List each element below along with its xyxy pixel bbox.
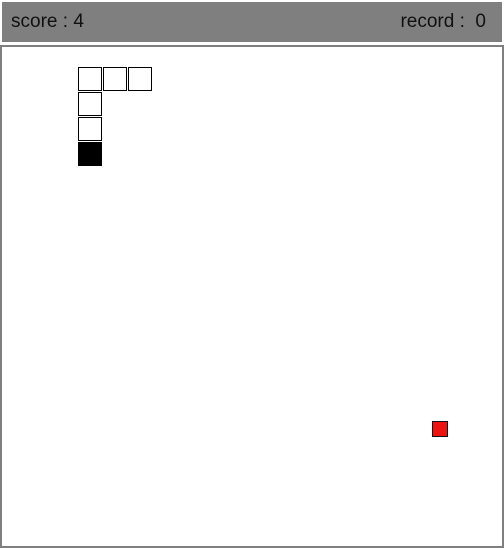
snake-body-segment — [128, 67, 152, 91]
record-label: record : — [400, 11, 465, 32]
snake-body-segment — [78, 92, 102, 116]
score-bar: score : 4 record : 0 — [2, 2, 502, 42]
score-display: score : 4 — [11, 2, 84, 42]
score-label: score : — [11, 11, 69, 32]
snake-body-segment — [78, 117, 102, 141]
snake-game: score : 4 record : 0 — [0, 0, 504, 548]
record-display: record : 0 — [400, 2, 486, 42]
snake-body-segment — [103, 67, 127, 91]
food-item — [432, 421, 448, 437]
snake-head — [78, 142, 102, 166]
game-board[interactable] — [0, 45, 504, 548]
record-value: 0 — [475, 11, 486, 32]
score-value: 4 — [73, 11, 84, 32]
snake-body-segment — [78, 67, 102, 91]
